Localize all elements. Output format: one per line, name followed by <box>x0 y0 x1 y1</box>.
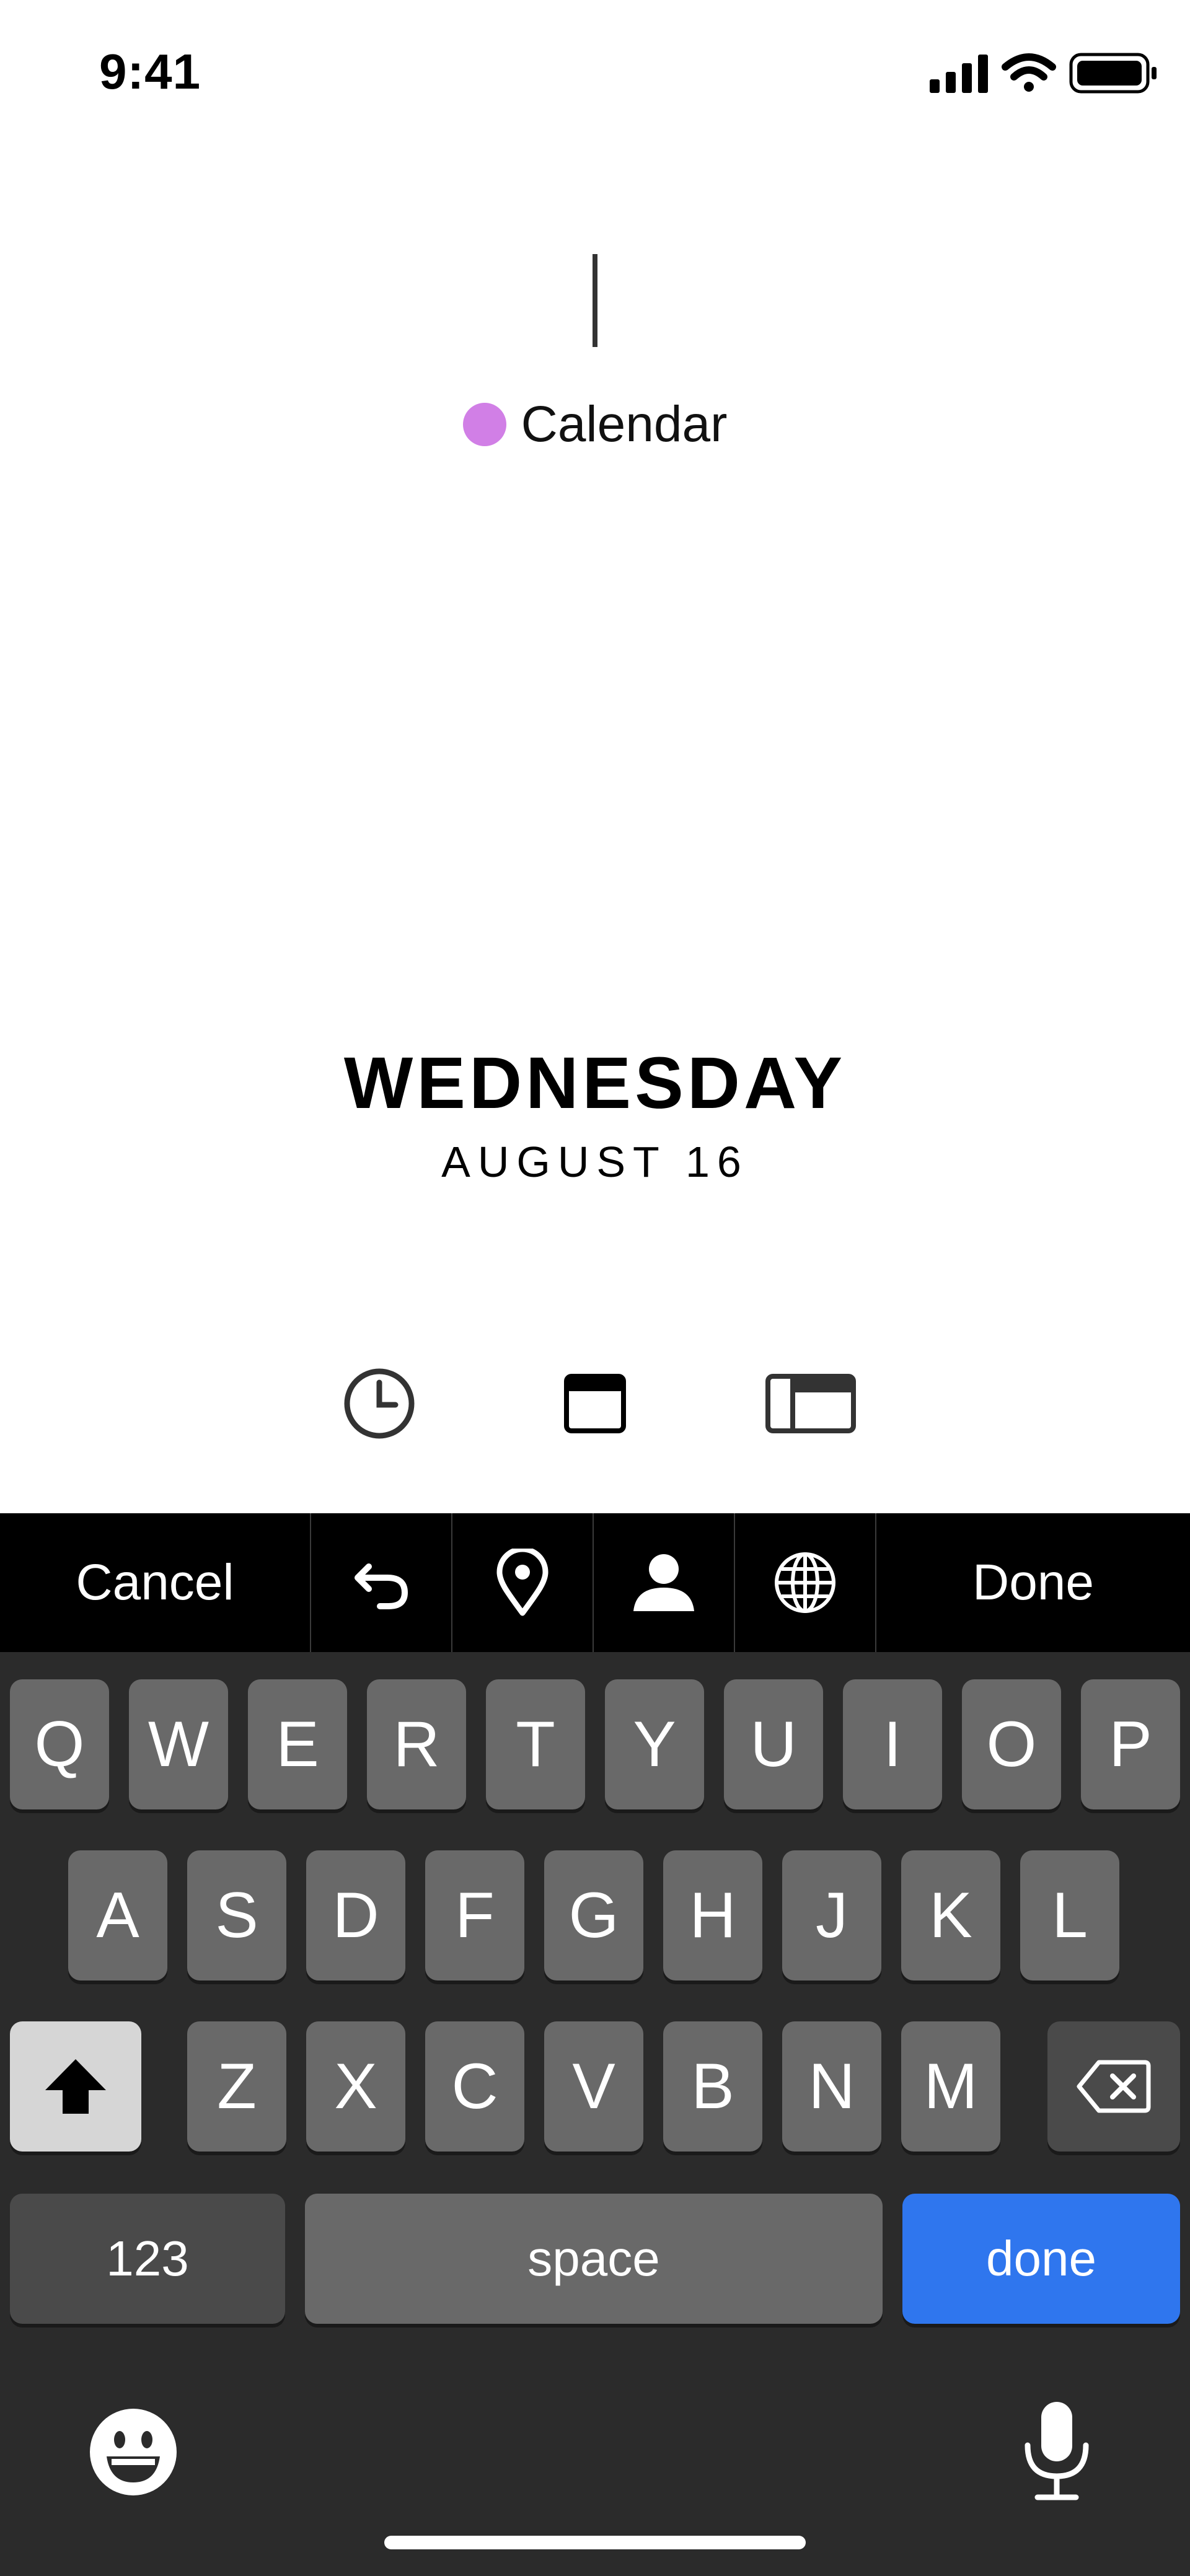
text-cursor <box>593 254 597 347</box>
key-i[interactable]: I <box>843 1679 942 1809</box>
key-n[interactable]: N <box>782 2021 881 2152</box>
location-button[interactable] <box>452 1513 594 1652</box>
status-icons <box>930 53 1157 94</box>
key-a[interactable]: A <box>68 1850 167 1980</box>
cancel-label: Cancel <box>76 1554 234 1611</box>
microphone-icon <box>1025 2402 1089 2500</box>
key-g[interactable]: G <box>544 1850 643 1980</box>
key-x[interactable]: X <box>306 2021 405 2152</box>
key-h[interactable]: H <box>663 1850 762 1980</box>
split-view-icon[interactable] <box>761 1363 860 1444</box>
undo-button[interactable] <box>311 1513 452 1652</box>
key-r[interactable]: R <box>367 1679 466 1809</box>
key-f[interactable]: F <box>425 1850 524 1980</box>
cancel-button[interactable]: Cancel <box>0 1513 311 1652</box>
emoji-icon <box>90 2409 177 2495</box>
key-y[interactable]: Y <box>605 1679 704 1809</box>
url-button[interactable] <box>735 1513 876 1652</box>
clock-icon[interactable] <box>330 1363 429 1444</box>
wifi-icon <box>1002 53 1056 92</box>
emoji-button[interactable] <box>87 2406 180 2499</box>
signal-icon <box>930 55 988 93</box>
key-u[interactable]: U <box>724 1679 823 1809</box>
home-indicator <box>384 2536 806 2549</box>
key-c[interactable]: C <box>425 2021 524 2152</box>
shift-arrow-icon <box>45 2059 106 2114</box>
key-b[interactable]: B <box>663 2021 762 2152</box>
key-w[interactable]: W <box>129 1679 228 1809</box>
backspace-icon <box>1077 2060 1151 2113</box>
key-j[interactable]: J <box>782 1850 881 1980</box>
view-switcher <box>0 1363 1190 1444</box>
globe-icon <box>775 1552 835 1613</box>
calendar-label: Calendar <box>521 396 728 452</box>
person-icon <box>633 1554 694 1611</box>
calendar-selector[interactable]: Calendar <box>0 390 1190 459</box>
dictation-button[interactable] <box>1016 2398 1097 2503</box>
delete-key[interactable] <box>1047 2021 1180 2152</box>
numbers-key[interactable]: 123 <box>10 2194 285 2324</box>
key-z[interactable]: Z <box>187 2021 286 2152</box>
date-weekday: WEDNESDAY <box>343 1042 847 1124</box>
key-l[interactable]: L <box>1020 1850 1119 1980</box>
status-time: 9:41 <box>99 44 201 99</box>
keyboard: Q W E R T Y U I O P A S D F G H J K L Z … <box>0 1652 1190 2576</box>
key-k[interactable]: K <box>901 1850 1000 1980</box>
key-o[interactable]: O <box>962 1679 1061 1809</box>
toolbar-done-button[interactable]: Done <box>876 1513 1190 1652</box>
toolbar-done-label: Done <box>972 1554 1095 1611</box>
undo-icon <box>355 1563 408 1609</box>
key-p[interactable]: P <box>1081 1679 1180 1809</box>
space-key[interactable]: space <box>305 2194 883 2324</box>
done-key[interactable]: done <box>902 2194 1180 2324</box>
day-view-icon[interactable] <box>545 1363 645 1444</box>
key-e[interactable]: E <box>248 1679 347 1809</box>
key-m[interactable]: M <box>901 2021 1000 2152</box>
calendar-color-dot <box>462 403 506 446</box>
key-t[interactable]: T <box>486 1679 585 1809</box>
date-month-day: AUGUST 16 <box>441 1138 749 1186</box>
keyboard-toolbar: Cancel Done <box>0 1513 1190 1652</box>
key-q[interactable]: Q <box>10 1679 109 1809</box>
key-d[interactable]: D <box>306 1850 405 1980</box>
key-s[interactable]: S <box>187 1850 286 1980</box>
battery-icon <box>1069 53 1157 94</box>
shift-key[interactable] <box>10 2021 141 2152</box>
key-v[interactable]: V <box>544 2021 643 2152</box>
invitees-button[interactable] <box>594 1513 735 1652</box>
location-pin-icon <box>496 1549 549 1616</box>
